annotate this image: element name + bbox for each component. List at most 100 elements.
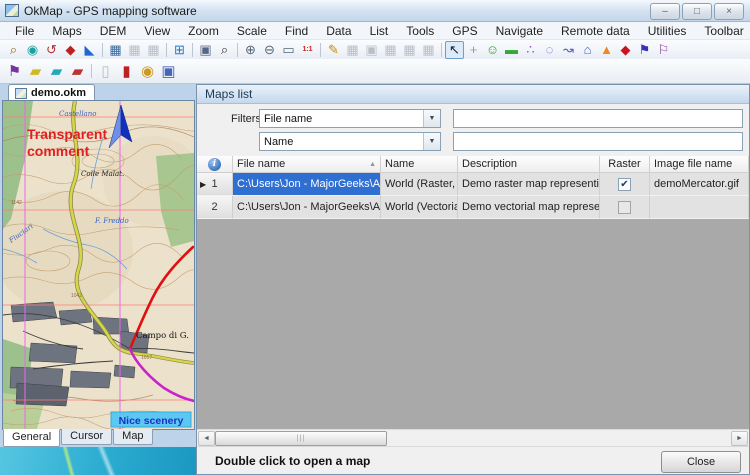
- menu-item-data[interactable]: Data: [317, 22, 360, 40]
- column-header-image-file-name[interactable]: Image file name: [650, 156, 749, 173]
- open-map-icon[interactable]: ⌕: [4, 41, 23, 59]
- cell-image-file-name[interactable]: [650, 196, 749, 219]
- close-window-button[interactable]: ×: [714, 3, 744, 20]
- row-header-2[interactable]: 2: [197, 196, 233, 219]
- measure-distance-icon[interactable]: ▰: [25, 61, 46, 82]
- cell-raster[interactable]: ✔: [600, 173, 650, 196]
- cascade-windows-icon[interactable]: ▣: [196, 41, 215, 59]
- gps-realtime-icon[interactable]: ◉: [137, 61, 158, 82]
- find-on-map-icon[interactable]: ⌕: [215, 41, 234, 59]
- measure-area-icon[interactable]: ▰: [46, 61, 67, 82]
- save-as-icon[interactable]: ▦: [125, 41, 144, 59]
- table-unpin-icon[interactable]: ▦: [419, 41, 438, 59]
- menu-item-dem[interactable]: DEM: [91, 22, 136, 40]
- measure-delete-icon[interactable]: ▰: [67, 61, 88, 82]
- table-add-icon[interactable]: ▦: [343, 41, 362, 59]
- horizontal-scrollbar[interactable]: ◄ ||| ►: [197, 429, 749, 447]
- zoom-window-icon[interactable]: ▭: [279, 41, 298, 59]
- tab-cursor[interactable]: Cursor: [61, 429, 112, 445]
- menu-item-navigate[interactable]: Navigate: [487, 22, 552, 40]
- zoom-out-icon[interactable]: ⊖: [260, 41, 279, 59]
- column-header-raster[interactable]: Raster: [600, 156, 650, 173]
- new-table-icon[interactable]: ⊞: [170, 41, 189, 59]
- menu-item-gps[interactable]: GPS: [443, 22, 486, 40]
- filter-field-1-dropdown[interactable]: File name ▼: [259, 109, 441, 128]
- table-row[interactable]: 2 C:\Users\Jon - MajorGeeks\AppData\... …: [197, 196, 749, 219]
- app-icon: [5, 4, 19, 17]
- cell-name[interactable]: World (Raster, M...: [381, 173, 458, 196]
- cell-raster[interactable]: [600, 196, 650, 219]
- cell-file-name[interactable]: C:\Users\Jon - MajorGeeks\AppData\...: [233, 173, 381, 196]
- grid-select-all-header[interactable]: i: [197, 156, 233, 173]
- open-routes-icon[interactable]: ◆: [61, 41, 80, 59]
- edit-area-icon[interactable]: ▲: [597, 41, 616, 59]
- scrollbar-thumb[interactable]: |||: [215, 431, 387, 446]
- edit-table-icon[interactable]: ✎: [324, 41, 343, 59]
- scroll-right-icon[interactable]: ►: [731, 431, 748, 446]
- close-button[interactable]: Close: [661, 451, 741, 473]
- edit-polyline-icon[interactable]: ↝: [559, 41, 578, 59]
- column-header-description[interactable]: Description: [458, 156, 600, 173]
- send-to-window-icon[interactable]: ▣: [158, 61, 179, 82]
- maps-list-panel: Maps list Filters File name ▼ Name ▼ i F…: [196, 84, 750, 475]
- toolbar-row-2: ⚑▰▰▰▯▮◉▣: [0, 59, 750, 84]
- gps-download-icon[interactable]: ▮: [116, 61, 137, 82]
- filter-field-2-dropdown[interactable]: Name ▼: [259, 132, 441, 151]
- menu-item-find[interactable]: Find: [276, 22, 317, 40]
- menu-item-zoom[interactable]: Zoom: [179, 22, 228, 40]
- tab-map[interactable]: Map: [113, 429, 152, 445]
- save-icon[interactable]: ▦: [106, 41, 125, 59]
- edit-point-circle-icon[interactable]: ◌: [540, 41, 559, 59]
- map-canvas[interactable]: Castellano Colle Malat. F. Freddo Fiucia…: [3, 101, 194, 429]
- edit-flag-outline-icon[interactable]: ⚐: [654, 41, 673, 59]
- raster-checkbox[interactable]: ✔: [618, 178, 631, 191]
- maximize-button[interactable]: □: [682, 3, 712, 20]
- menu-item-file[interactable]: File: [6, 22, 43, 40]
- menu-item-view[interactable]: View: [135, 22, 179, 40]
- edit-diamond-icon[interactable]: ◆: [616, 41, 635, 59]
- table-flag-icon[interactable]: ▦: [381, 41, 400, 59]
- open-waypoints-icon[interactable]: ◉: [23, 41, 42, 59]
- select-pointer-icon[interactable]: ↖: [445, 41, 464, 59]
- row-header-1[interactable]: ▶ 1: [197, 173, 233, 196]
- chevron-down-icon[interactable]: ▼: [423, 110, 440, 127]
- edit-comment-icon[interactable]: ▬: [502, 41, 521, 59]
- zoom-in-icon[interactable]: ⊕: [241, 41, 260, 59]
- cell-name[interactable]: World (Vectorial, ...: [381, 196, 458, 219]
- table-row[interactable]: ▶ 1 C:\Users\Jon - MajorGeeks\AppData\..…: [197, 173, 749, 196]
- move-point-icon[interactable]: +: [464, 41, 483, 59]
- chevron-down-icon[interactable]: ▼: [423, 133, 440, 150]
- menu-item-remote-data[interactable]: Remote data: [552, 22, 639, 40]
- menu-item-toolbar[interactable]: Toolbar: [695, 22, 750, 40]
- gps-upload-icon[interactable]: ▯: [95, 61, 116, 82]
- filter-value-1-input[interactable]: [453, 109, 743, 128]
- delete-flag-icon[interactable]: ⚑: [4, 61, 25, 82]
- cell-image-file-name[interactable]: demoMercator.gif: [650, 173, 749, 196]
- edit-flag-icon[interactable]: ⚑: [635, 41, 654, 59]
- tab-demo-okm[interactable]: demo.okm: [8, 84, 95, 101]
- column-header-file-name[interactable]: File name ▲: [233, 156, 381, 173]
- save-all-icon[interactable]: ▦: [144, 41, 163, 59]
- edit-multipoint-icon[interactable]: ∴: [521, 41, 540, 59]
- cell-description[interactable]: Demo vectorial map representing entir...: [458, 196, 600, 219]
- zoom-scale-1-1-icon[interactable]: 1:1: [298, 41, 317, 59]
- column-header-name[interactable]: Name: [381, 156, 458, 173]
- table-pin-icon[interactable]: ▦: [400, 41, 419, 59]
- cell-description[interactable]: Demo raster map representing entire w...: [458, 173, 600, 196]
- open-tracks-icon[interactable]: ↺: [42, 41, 61, 59]
- cell-file-name[interactable]: C:\Users\Jon - MajorGeeks\AppData\...: [233, 196, 381, 219]
- table-copy-icon[interactable]: ▣: [362, 41, 381, 59]
- tab-general[interactable]: General: [3, 429, 60, 447]
- menu-item-scale[interactable]: Scale: [228, 22, 276, 40]
- menu-item-utilities[interactable]: Utilities: [639, 22, 696, 40]
- edit-waypoint-icon[interactable]: ☺: [483, 41, 502, 59]
- edit-polygon-icon[interactable]: ⌂: [578, 41, 597, 59]
- raster-checkbox[interactable]: [618, 201, 631, 214]
- scroll-left-icon[interactable]: ◄: [198, 431, 215, 446]
- open-dem-icon[interactable]: ◣: [80, 41, 99, 59]
- menu-item-list[interactable]: List: [361, 22, 398, 40]
- menu-item-tools[interactable]: Tools: [397, 22, 443, 40]
- menu-item-maps[interactable]: Maps: [43, 22, 90, 40]
- minimize-button[interactable]: –: [650, 3, 680, 20]
- filter-value-2-input[interactable]: [453, 132, 743, 151]
